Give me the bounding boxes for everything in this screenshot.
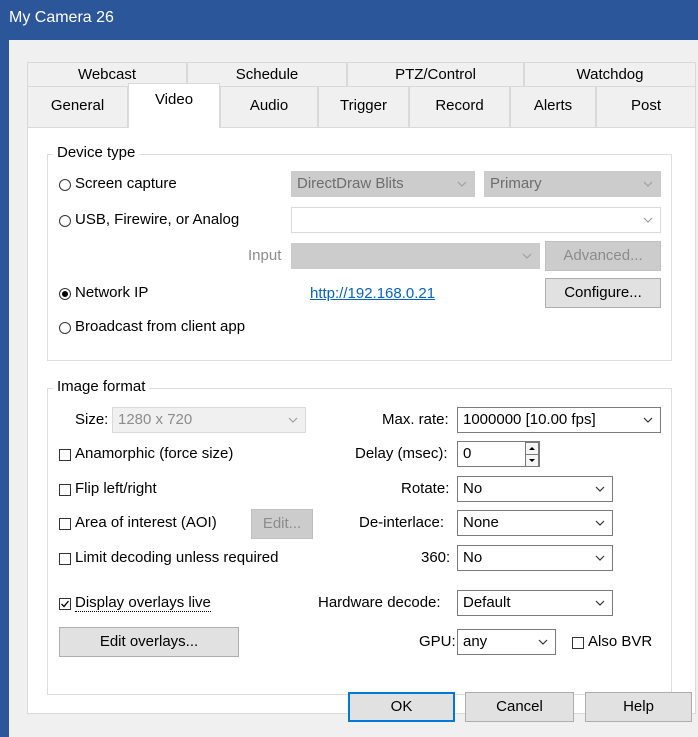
usb-device-select: [291, 207, 661, 233]
max-rate-label: Max. rate:: [382, 411, 449, 428]
advanced-button: Advanced...: [545, 241, 661, 271]
select-value: DirectDraw Blits: [297, 175, 404, 192]
aoi-edit-button: Edit...: [251, 509, 313, 539]
tab-watchdog[interactable]: Watchdog: [524, 62, 696, 86]
tab-label: Video: [154, 91, 194, 108]
input-label: Input: [248, 247, 282, 264]
hw-decode-label: Hardware decode:: [318, 594, 441, 611]
tab-trigger[interactable]: Trigger: [318, 86, 409, 128]
three60-label: 360:: [421, 549, 451, 566]
rotate-select[interactable]: No: [457, 476, 613, 502]
image-format-legend: Image format: [53, 378, 150, 395]
network-url-link[interactable]: http://192.168.0.21: [310, 285, 435, 302]
tab-label: Watchdog: [576, 66, 644, 83]
tab-video[interactable]: Video: [128, 83, 220, 128]
chevron-down-icon: [538, 639, 548, 645]
window-title: My Camera 26: [9, 9, 114, 26]
display-overlays-label: Display overlays live: [75, 594, 211, 612]
chevron-down-icon: [643, 181, 653, 187]
input-select: [291, 243, 540, 269]
select-value: any: [463, 633, 488, 650]
radio-circle: [59, 215, 71, 227]
radio-circle: [59, 179, 71, 191]
edit-overlays-button[interactable]: Edit overlays...: [59, 627, 239, 657]
radio-circle: [59, 288, 71, 300]
tab-audio[interactable]: Audio: [220, 86, 318, 128]
hw-decode-select[interactable]: Default: [457, 590, 613, 616]
checkbox-box: [572, 637, 584, 649]
max-rate-select[interactable]: 1000000 [10.00 fps]: [457, 407, 661, 433]
network-ip-label: Network IP: [75, 284, 149, 301]
chevron-down-icon: [288, 417, 298, 423]
chevron-down-icon: [595, 600, 605, 606]
checkbox-box: [59, 484, 71, 496]
tab-label: PTZ/Control: [395, 66, 476, 83]
checkbox-box: [59, 553, 71, 565]
select-value: Default: [463, 594, 511, 611]
select-value: Primary: [490, 175, 542, 192]
radio-circle: [59, 322, 71, 334]
tab-general[interactable]: General: [27, 86, 128, 128]
cancel-button[interactable]: Cancel: [465, 692, 574, 722]
delay-label: Delay (msec):: [355, 445, 448, 462]
screen-monitor-select: Primary: [484, 171, 661, 197]
chevron-down-icon: [522, 253, 532, 259]
select-value: 1280 x 720: [118, 411, 193, 428]
broadcast-label: Broadcast from client app: [75, 318, 246, 335]
deinterlace-label: De-interlace:: [359, 514, 445, 531]
tab-label: Alerts: [533, 97, 573, 114]
deinterlace-select[interactable]: None: [457, 510, 613, 536]
help-button[interactable]: Help: [585, 692, 692, 722]
chevron-down-icon: [643, 417, 653, 423]
caret-down-icon: [529, 459, 535, 462]
also-bvr-label: Also BVR: [588, 633, 653, 650]
usb-label: USB, Firewire, or Analog: [75, 211, 240, 228]
tab-record[interactable]: Record: [409, 86, 510, 128]
aoi-label: Area of interest (AOI): [75, 514, 217, 531]
tab-ptz-control[interactable]: PTZ/Control: [347, 62, 524, 86]
dialog-body: Webcast Schedule PTZ/Control Watchdog Ge…: [9, 40, 698, 737]
delay-decrement[interactable]: [525, 454, 539, 467]
chevron-down-icon: [643, 217, 653, 223]
anamorphic-label: Anamorphic (force size): [75, 445, 234, 462]
select-value: 1000000 [10.00 fps]: [463, 411, 596, 428]
tab-alerts[interactable]: Alerts: [510, 86, 596, 128]
tab-label: Post: [630, 97, 661, 114]
checkbox-box: [59, 598, 71, 610]
tab-label: Record: [435, 97, 484, 114]
select-value: None: [463, 514, 499, 531]
checkbox-box: [59, 449, 71, 461]
tab-label: Schedule: [235, 66, 299, 83]
three60-select[interactable]: No: [457, 545, 613, 571]
tab-post[interactable]: Post: [596, 86, 696, 128]
limit-decoding-label: Limit decoding unless required: [75, 549, 279, 566]
gpu-select[interactable]: any: [457, 629, 556, 655]
tab-label: Audio: [249, 97, 289, 114]
size-label: Size:: [75, 411, 109, 428]
select-value: No: [463, 480, 483, 497]
video-tab-panel: Device type Screen capture DirectDraw Bl…: [27, 127, 696, 714]
title-bar[interactable]: My Camera 26: [0, 0, 698, 40]
caret-up-icon: [529, 447, 535, 450]
chevron-down-icon: [595, 520, 605, 526]
flip-label: Flip left/right: [75, 480, 157, 497]
screen-capture-label: Screen capture: [75, 175, 177, 192]
checkbox-box: [59, 518, 71, 530]
gpu-label: GPU:: [419, 633, 456, 650]
tab-label: General: [50, 97, 105, 114]
checkmark-icon: [61, 600, 70, 608]
select-value: No: [463, 549, 483, 566]
tab-label: Trigger: [340, 97, 387, 114]
configure-button[interactable]: Configure...: [545, 278, 661, 308]
chevron-down-icon: [595, 555, 605, 561]
size-select: 1280 x 720: [112, 407, 306, 433]
screen-method-select: DirectDraw Blits: [291, 171, 475, 197]
tab-label: Webcast: [77, 66, 137, 83]
rotate-label: Rotate:: [401, 480, 450, 497]
device-type-legend: Device type: [53, 144, 140, 161]
ok-button[interactable]: OK: [348, 692, 455, 722]
chevron-down-icon: [595, 486, 605, 492]
chevron-down-icon: [457, 181, 467, 187]
